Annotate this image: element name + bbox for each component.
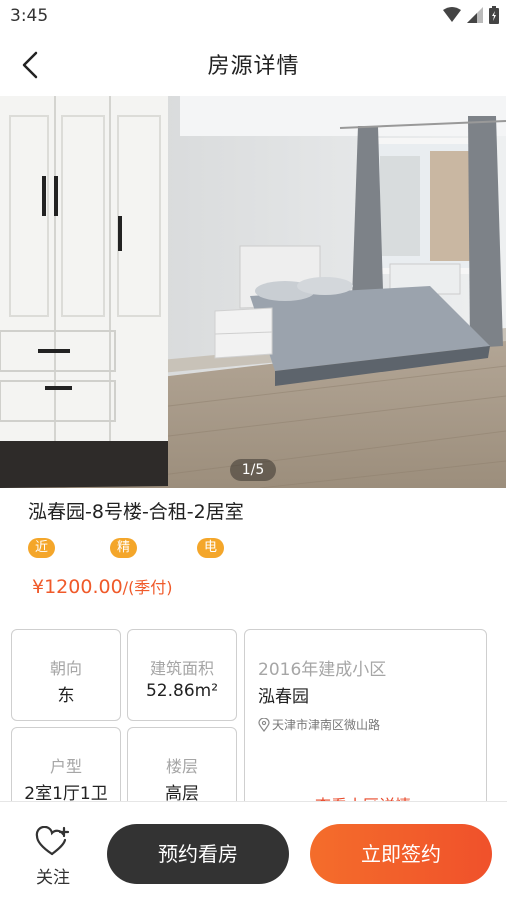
wifi-icon bbox=[443, 7, 461, 22]
battery-icon bbox=[489, 6, 499, 24]
spec-area-card: 建筑面积 52.86m² bbox=[127, 629, 237, 721]
room-photo bbox=[0, 96, 506, 488]
tag-elevator: 电梯 bbox=[197, 538, 225, 575]
community-card[interactable]: 2016年建成小区 泓春园 天津市津南区微山路 查看小区详情 › bbox=[244, 629, 487, 819]
spec-label: 楼层 bbox=[165, 757, 198, 776]
gallery-pager: 1/5 bbox=[230, 459, 276, 481]
listing-title: 泓春园-8号楼-合租-2居室 bbox=[28, 501, 244, 523]
spec-label: 建筑面积 bbox=[149, 659, 214, 678]
community-name: 泓春园 bbox=[258, 687, 309, 707]
community-address-text: 天津市津南区微山路 bbox=[272, 718, 381, 732]
spec-orientation-card: 朝向 东 bbox=[11, 629, 121, 721]
status-icons bbox=[443, 6, 499, 24]
room-photo-gallery[interactable] bbox=[0, 96, 506, 488]
tag-fine-decoration: 精装修 bbox=[110, 538, 138, 595]
price-amount: ¥1200.00 bbox=[32, 576, 123, 598]
tag-near-subway: 近地铁 bbox=[28, 538, 56, 595]
price-unit: /(季付) bbox=[122, 578, 173, 597]
listing-price: ¥1200.00/(季付) bbox=[32, 574, 173, 598]
follow-label: 关注 bbox=[36, 868, 70, 888]
follow-button[interactable]: 关注 bbox=[30, 826, 76, 888]
community-address: 天津市津南区微山路 bbox=[258, 716, 380, 733]
status-time: 3:45 bbox=[10, 6, 49, 26]
status-bar: 3:45 bbox=[0, 0, 507, 34]
app-header: 房源详情 bbox=[0, 34, 507, 94]
spec-label: 户型 bbox=[49, 757, 82, 776]
spec-value: 52.86m² bbox=[145, 681, 219, 701]
bottom-action-bar: 关注 预约看房 立即签约 bbox=[0, 801, 507, 904]
community-year: 2016年建成小区 bbox=[258, 660, 387, 680]
signal-icon bbox=[467, 7, 483, 23]
book-viewing-button[interactable]: 预约看房 bbox=[107, 824, 289, 884]
heart-plus-icon bbox=[35, 826, 70, 856]
spec-value: 东 bbox=[57, 686, 75, 706]
sign-now-button[interactable]: 立即签约 bbox=[310, 824, 492, 884]
location-pin-icon bbox=[258, 717, 270, 732]
page-title: 房源详情 bbox=[207, 54, 300, 79]
spec-label: 朝向 bbox=[49, 659, 82, 678]
